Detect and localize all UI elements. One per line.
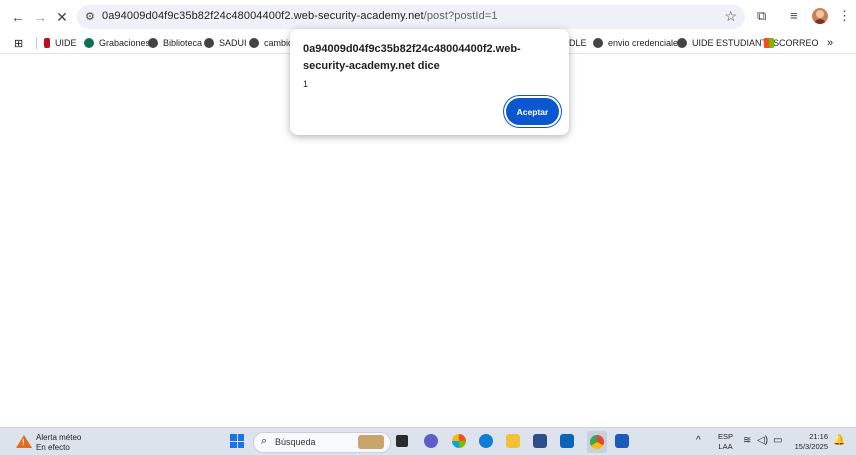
- extensions-icon[interactable]: ⧉: [757, 8, 766, 24]
- clock-date: 15/3/2025: [794, 442, 828, 451]
- bookmark-grabaciones[interactable]: Grabaciones: [84, 35, 150, 51]
- weather-alert-icon[interactable]: !: [16, 435, 32, 448]
- bookmark-biblioteca[interactable]: Biblioteca: [148, 35, 202, 51]
- globe-icon: [148, 38, 158, 48]
- globe-icon: [677, 38, 687, 48]
- bookmark-dle[interactable]: DLE: [569, 35, 587, 51]
- search-icon: ⌕: [261, 435, 268, 447]
- clock-time: 21:16: [809, 432, 828, 441]
- uide-icon: [44, 38, 50, 48]
- bookmark-label: DLE: [569, 38, 587, 48]
- address-bar[interactable]: ⚙ 0a94009d04f9c35b82f24c48004400f2.web-s…: [77, 5, 745, 29]
- edge-icon[interactable]: [479, 434, 493, 448]
- dialog-title: 0a94009d04f9c35b82f24c48004400f2.web-sec…: [303, 43, 521, 72]
- lang-line1: ESP: [718, 432, 734, 441]
- weather-title: Alerta méteo: [36, 433, 82, 442]
- globe-icon: [204, 38, 214, 48]
- tray-chevron-icon[interactable]: ^: [696, 435, 701, 446]
- bookmark-label: envio credenciales: [608, 38, 683, 48]
- taskbar-search[interactable]: ⌕ Búsqueda: [253, 432, 391, 453]
- bookmark-label: UIDE: [55, 38, 77, 48]
- bookmarks-divider: [36, 37, 37, 49]
- copilot-icon[interactable]: [452, 434, 466, 448]
- taskbar: ! Alerta méteo En efecto ⌕ Búsqueda ^ ES…: [0, 427, 856, 455]
- site-settings-icon[interactable]: ⚙: [85, 10, 95, 23]
- url-path: /post?postId=1: [423, 10, 498, 22]
- bookmark-label: SADUI: [219, 38, 247, 48]
- microsoft-icon: [764, 38, 774, 48]
- alert-dialog: 0a94009d04f9c35b82f24c48004400f2.web-sec…: [290, 29, 569, 135]
- search-placeholder: Búsqueda: [275, 437, 316, 447]
- globe-icon: [593, 38, 603, 48]
- avatar[interactable]: [812, 8, 828, 24]
- accept-button[interactable]: Aceptar: [506, 98, 559, 125]
- bookmark-sadui[interactable]: SADUI: [204, 35, 247, 51]
- lang-line2: LAA: [718, 442, 733, 451]
- chrome-icon[interactable]: [590, 435, 604, 449]
- url-host: 0a94009d04f9c35b82f24c48004400f2.web-sec…: [102, 10, 424, 22]
- chat-icon[interactable]: [424, 434, 438, 448]
- media-icon[interactable]: ≡: [790, 8, 798, 23]
- bookmark-label: Grabaciones: [99, 38, 151, 48]
- url-text[interactable]: 0a94009d04f9c35b82f24c48004400f2.web-sec…: [102, 10, 498, 22]
- grabaciones-icon: [84, 38, 94, 48]
- back-icon[interactable]: ←: [8, 7, 28, 27]
- bookmark-cambio[interactable]: cambio: [249, 35, 293, 51]
- notifications-icon[interactable]: 🔔: [833, 435, 845, 446]
- outlook-icon[interactable]: [560, 434, 574, 448]
- store-icon[interactable]: [533, 434, 547, 448]
- forward-icon[interactable]: →: [30, 7, 50, 27]
- language-indicator[interactable]: ESP LAA: [718, 432, 733, 452]
- apps-icon[interactable]: ⊞: [14, 35, 23, 51]
- menu-icon[interactable]: ⋮: [838, 8, 851, 24]
- bookmark-label: Biblioteca: [163, 38, 203, 48]
- stop-icon[interactable]: ✕: [52, 7, 72, 27]
- word-icon[interactable]: [615, 434, 629, 448]
- task-view-icon[interactable]: [396, 435, 408, 447]
- dialog-message: 1: [303, 79, 309, 89]
- wifi-icon[interactable]: ≋: [743, 435, 751, 446]
- globe-icon: [249, 38, 259, 48]
- search-highlight-icon: [358, 435, 384, 449]
- bookmark-label: CORREO: [779, 38, 819, 48]
- windows-start-icon[interactable]: [230, 434, 244, 448]
- more-bookmarks-icon[interactable]: »: [827, 35, 833, 51]
- star-icon[interactable]: ☆: [724, 8, 737, 25]
- volume-icon[interactable]: ◁): [757, 435, 768, 446]
- bookmark-uide[interactable]: UIDE: [44, 35, 77, 51]
- weather-status: En efecto: [36, 443, 70, 452]
- bookmark-label: cambio: [264, 38, 294, 48]
- clock[interactable]: 21:16 15/3/2025: [792, 432, 828, 452]
- weather-widget[interactable]: Alerta méteo En efecto: [36, 433, 81, 453]
- bookmark-envio-credenciales[interactable]: envio credenciales: [593, 35, 683, 51]
- file-explorer-icon[interactable]: [506, 434, 520, 448]
- battery-icon[interactable]: ▭: [773, 435, 782, 446]
- bookmark-correo[interactable]: CORREO: [764, 35, 819, 51]
